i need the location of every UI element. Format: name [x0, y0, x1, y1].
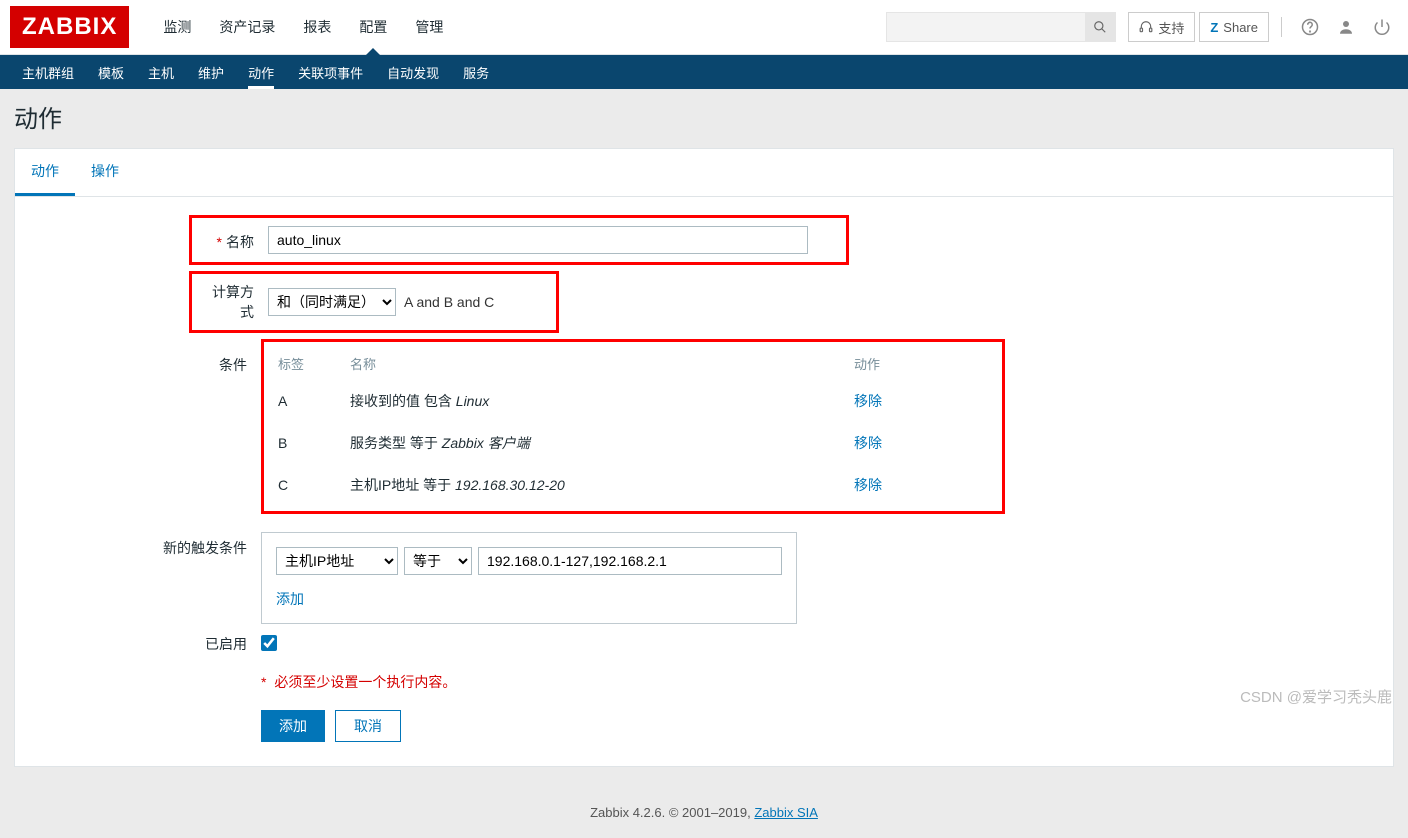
cond-name: 接收到的值 包含 Linux	[342, 381, 844, 421]
cond-remove-link[interactable]: 移除	[854, 477, 882, 493]
sub-nav: 主机群组 模板 主机 维护 动作 关联项事件 自动发现 服务	[0, 55, 1408, 89]
add-button[interactable]: 添加	[261, 710, 325, 742]
cond-name: 主机IP地址 等于 192.168.30.12-20	[342, 465, 844, 505]
sub-nav-correlation[interactable]: 关联项事件	[286, 55, 375, 89]
cond-header-tag: 标签	[270, 348, 340, 379]
help-icon	[1301, 18, 1319, 36]
footer: Zabbix 4.2.6. © 2001–2019, Zabbix SIA	[0, 787, 1408, 838]
enabled-label: 已启用	[29, 634, 261, 654]
new-cond-op[interactable]: 等于	[404, 547, 472, 575]
cond-tag: A	[270, 381, 340, 421]
share-icon: Z	[1210, 20, 1218, 35]
user-icon	[1337, 18, 1355, 36]
share-button[interactable]: Z Share	[1199, 12, 1269, 42]
tab-action[interactable]: 动作	[15, 149, 75, 196]
table-row: A 接收到的值 包含 Linux 移除	[270, 381, 906, 421]
calc-label: 计算方式	[200, 282, 268, 322]
panel: 动作 操作 *名称 计算方式 和（同时满足） A and B and	[14, 148, 1394, 767]
header: ZABBIX 监测 资产记录 报表 配置 管理 支持 Z Share	[0, 0, 1408, 55]
sub-nav-services[interactable]: 服务	[451, 55, 501, 89]
conditions-label: 条件	[29, 339, 261, 520]
help-button[interactable]	[1294, 18, 1326, 36]
header-right: 支持 Z Share	[886, 12, 1398, 42]
sub-nav-templates[interactable]: 模板	[86, 55, 136, 89]
cond-header-name: 名称	[342, 348, 844, 379]
search-input[interactable]	[887, 20, 1085, 35]
cond-remove-link[interactable]: 移除	[854, 435, 882, 451]
search-button[interactable]	[1085, 13, 1115, 41]
tabs: 动作 操作	[15, 149, 1393, 197]
new-cond-value[interactable]	[478, 547, 782, 575]
button-row: 添加 取消	[261, 710, 1379, 742]
table-row: C 主机IP地址 等于 192.168.30.12-20 移除	[270, 465, 906, 505]
new-cond-add-link[interactable]: 添加	[276, 591, 304, 607]
support-label: 支持	[1158, 18, 1184, 37]
page-body: 动作 动作 操作 *名称 计算方式 和（同时满足）	[0, 89, 1408, 787]
highlight-conditions: 标签 名称 动作 A 接收到的值 包含 Linux 移除B 服务类型 等于 Za…	[261, 339, 1005, 514]
main-nav-administration[interactable]: 管理	[401, 0, 457, 54]
highlight-name: *名称	[189, 215, 849, 265]
conditions-table: 标签 名称 动作 A 接收到的值 包含 Linux 移除B 服务类型 等于 Za…	[268, 346, 908, 507]
name-input[interactable]	[268, 226, 808, 254]
new-cond-box: 主机IP地址 等于 添加	[261, 532, 797, 624]
main-nav-inventory[interactable]: 资产记录	[205, 0, 289, 54]
logout-button[interactable]	[1366, 18, 1398, 36]
cond-tag: C	[270, 465, 340, 505]
sub-nav-hosts[interactable]: 主机	[136, 55, 186, 89]
warning-text: * 必须至少设置一个执行内容。	[261, 672, 1379, 692]
main-nav-reports[interactable]: 报表	[289, 0, 345, 54]
sub-nav-discovery[interactable]: 自动发现	[375, 55, 451, 89]
user-button[interactable]	[1330, 18, 1362, 36]
page-title: 动作	[14, 99, 1394, 134]
footer-link[interactable]: Zabbix SIA	[754, 805, 818, 820]
main-nav-monitoring[interactable]: 监测	[149, 0, 205, 54]
sub-nav-actions[interactable]: 动作	[236, 55, 286, 89]
cond-header-action: 动作	[846, 348, 906, 379]
power-icon	[1373, 18, 1391, 36]
highlight-calc: 计算方式 和（同时满足） A and B and C	[189, 271, 559, 333]
main-nav-configuration[interactable]: 配置	[345, 0, 401, 54]
cond-name: 服务类型 等于 Zabbix 客户端	[342, 423, 844, 463]
cond-remove-link[interactable]: 移除	[854, 393, 882, 409]
logo[interactable]: ZABBIX	[10, 6, 129, 48]
main-nav: 监测 资产记录 报表 配置 管理	[149, 0, 886, 54]
support-button[interactable]: 支持	[1128, 12, 1195, 42]
name-label: *名称	[200, 226, 268, 252]
divider	[1281, 17, 1282, 37]
calc-formula: A and B and C	[404, 294, 494, 310]
tab-operations[interactable]: 操作	[75, 149, 135, 196]
search-icon	[1093, 20, 1107, 34]
sub-nav-hostgroups[interactable]: 主机群组	[10, 55, 86, 89]
cond-tag: B	[270, 423, 340, 463]
cancel-button[interactable]: 取消	[335, 710, 401, 742]
enabled-checkbox[interactable]	[261, 635, 277, 651]
share-label: Share	[1223, 20, 1258, 35]
calc-select[interactable]: 和（同时满足）	[268, 288, 396, 316]
headset-icon	[1139, 20, 1153, 34]
footer-text: Zabbix 4.2.6. © 2001–2019,	[590, 805, 754, 820]
new-cond-label: 新的触发条件	[29, 532, 261, 558]
table-row: B 服务类型 等于 Zabbix 客户端 移除	[270, 423, 906, 463]
sub-nav-maintenance[interactable]: 维护	[186, 55, 236, 89]
search-box	[886, 12, 1116, 42]
new-cond-type[interactable]: 主机IP地址	[276, 547, 398, 575]
